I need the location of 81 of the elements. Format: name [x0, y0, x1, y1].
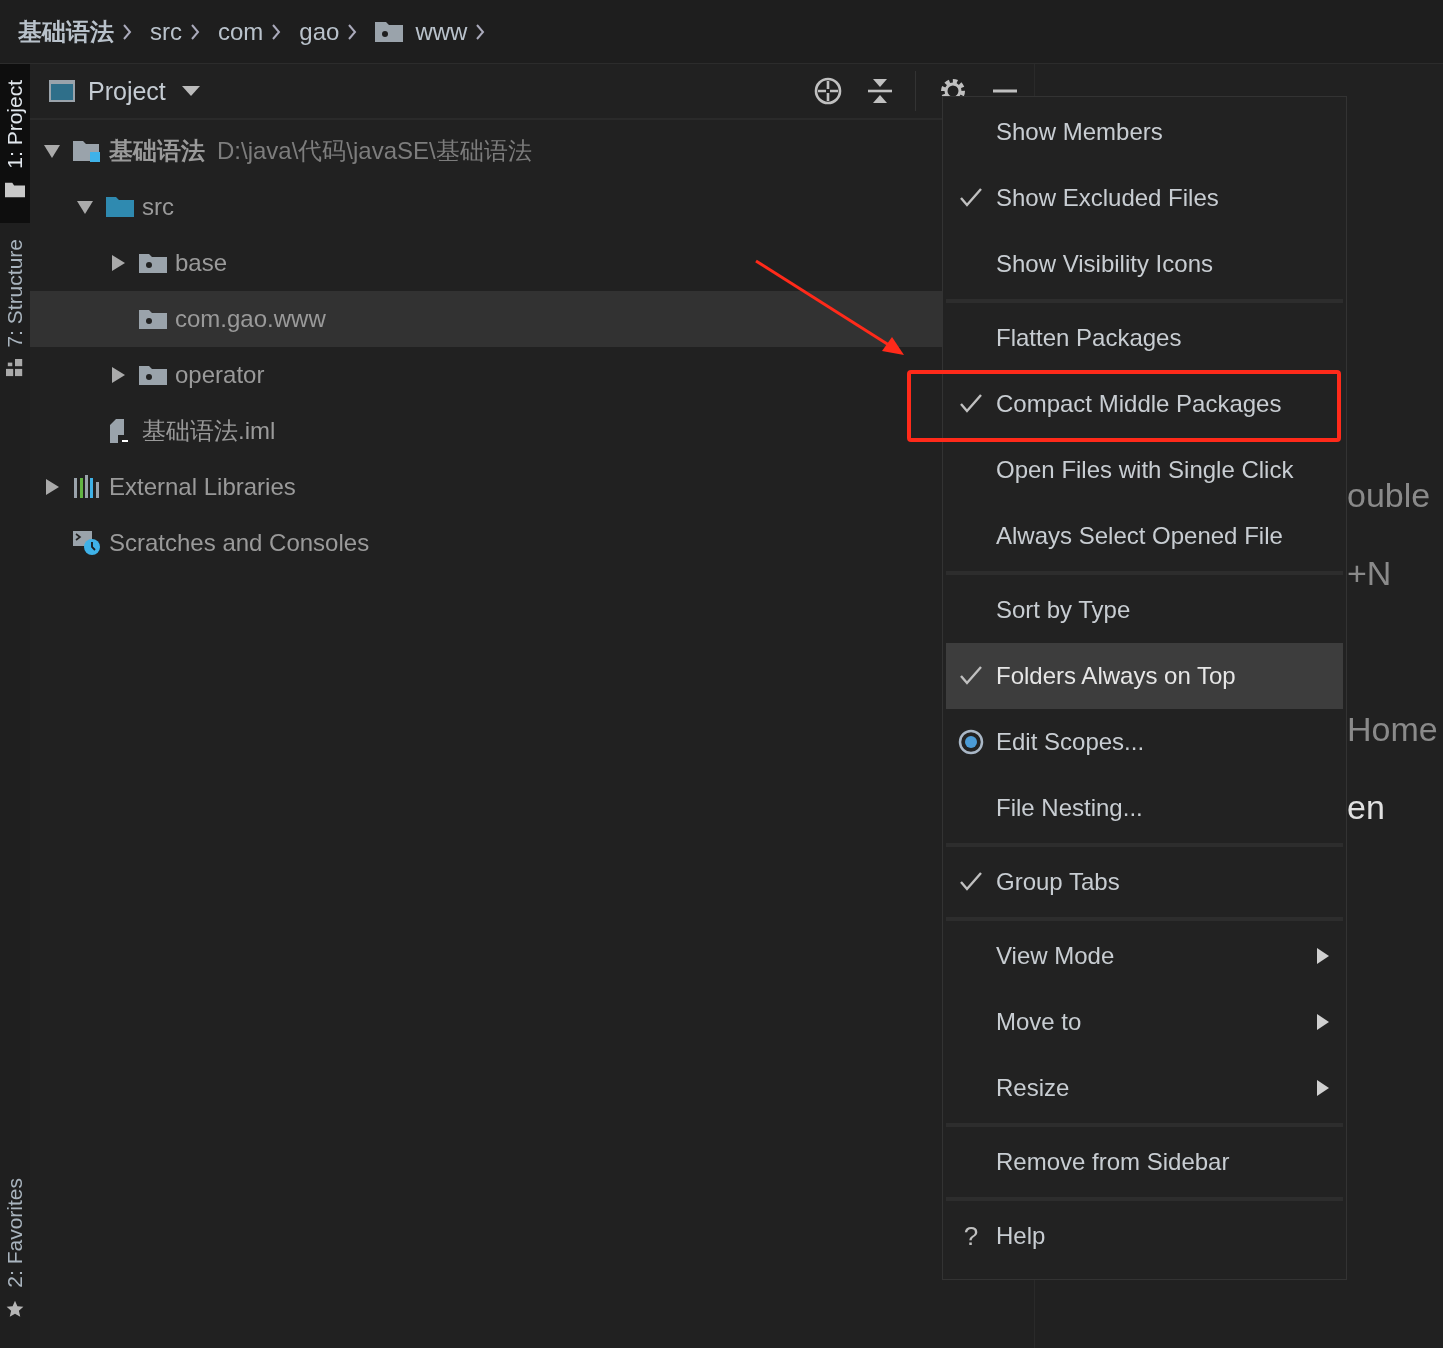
tree-label: Scratches and Consoles: [109, 529, 370, 557]
menu-item[interactable]: File Nesting...: [946, 775, 1343, 841]
submenu-arrow-icon: [1317, 1014, 1329, 1030]
expand-triangle-icon[interactable]: [110, 255, 126, 271]
menu-item[interactable]: Move to: [946, 989, 1343, 1055]
expand-triangle-icon[interactable]: [44, 479, 60, 495]
tree-row[interactable]: base: [30, 235, 942, 291]
package-folder-icon: [139, 307, 167, 331]
view-selector[interactable]: Project: [88, 76, 166, 106]
tree-label: 基础语法.iml: [142, 416, 276, 446]
tree-label: com.gao.www: [175, 305, 326, 333]
menu-item[interactable]: Group Tabs: [946, 849, 1343, 915]
menu-item[interactable]: Edit Scopes...: [946, 709, 1343, 775]
expand-triangle-icon[interactable]: [110, 367, 126, 383]
editor-hint-text: en: [1347, 790, 1385, 824]
tree-row[interactable]: operator: [30, 347, 942, 403]
library-bars-icon: [73, 475, 101, 499]
menu-item[interactable]: Resize: [946, 1055, 1343, 1121]
breadcrumb-item[interactable]: gao: [299, 17, 340, 46]
check-icon: [960, 666, 982, 686]
menu-item[interactable]: Open Files with Single Click: [946, 437, 1343, 503]
chevron-icon: [475, 22, 486, 41]
tree-row[interactable]: Scratches and Consoles: [30, 515, 942, 571]
submenu-arrow-icon: [1317, 948, 1329, 964]
editor-hint-text: +N: [1347, 556, 1392, 590]
menu-item[interactable]: Compact Middle Packages: [946, 371, 1343, 437]
package-folder-icon: [139, 251, 167, 275]
submenu-arrow-icon: [1317, 1080, 1329, 1096]
editor-hint-text: ouble: [1347, 478, 1431, 512]
tool-window-tab[interactable]: 2: Favorites: [0, 1162, 30, 1348]
module-folder-icon: [73, 139, 101, 163]
tool-window-tab[interactable]: 1: Project: [0, 64, 30, 223]
help-icon: ?: [963, 1220, 979, 1252]
tree-row[interactable]: src: [30, 179, 942, 235]
tree-label: External Libraries: [109, 473, 296, 501]
window-icon: [48, 79, 76, 103]
editor-hint-text: Home: [1347, 712, 1438, 746]
scratches-icon: [73, 531, 101, 555]
menu-item[interactable]: Show Excluded Files: [946, 165, 1343, 231]
menu-item[interactable]: Folders Always on Top: [946, 643, 1343, 709]
tree-label: operator: [175, 361, 265, 389]
folder-icon: [5, 180, 25, 199]
chevron-icon: [122, 22, 132, 41]
breadcrumb-item[interactable]: 基础语法: [18, 15, 114, 48]
breadcrumb-item[interactable]: com: [218, 17, 264, 46]
menu-item[interactable]: Show Visibility Icons: [946, 231, 1343, 297]
menu-item[interactable]: Flatten Packages: [946, 305, 1343, 371]
package-folder-icon: [375, 21, 404, 42]
structure-icon: [5, 359, 25, 378]
menu-item[interactable]: View Mode: [946, 923, 1343, 989]
module-path: D:\java\代码\javaSE\基础语法: [217, 136, 532, 166]
menu-item[interactable]: Remove from Sidebar: [946, 1129, 1343, 1195]
breadcrumb-item[interactable]: src: [150, 17, 182, 46]
chevron-icon: [347, 22, 358, 41]
chevron-icon: [190, 22, 200, 41]
tree-label: base: [175, 249, 228, 277]
chevron-icon: [271, 22, 282, 41]
collapse-all-icon[interactable]: [865, 76, 895, 106]
collapse-triangle-icon[interactable]: [44, 143, 60, 159]
tree-row[interactable]: 基础语法 D:\java\代码\javaSE\基础语法: [30, 123, 942, 179]
breadcrumb-item[interactable]: www: [415, 17, 468, 46]
tree-row[interactable]: 基础语法.iml: [30, 403, 942, 459]
menu-item[interactable]: Show Members: [946, 99, 1343, 165]
tree-label: src: [142, 193, 174, 221]
menu-item[interactable]: Sort by Type: [946, 577, 1343, 643]
caret-icon[interactable]: [181, 86, 200, 96]
tree-row[interactable]: External Libraries: [30, 459, 942, 515]
check-icon: [960, 394, 982, 414]
folder-icon: [106, 195, 134, 219]
check-icon: [960, 872, 982, 892]
tool-window-tab[interactable]: 7: Structure: [0, 222, 30, 402]
tree-label: 基础语法: [109, 136, 205, 166]
radio-icon: [958, 729, 984, 755]
collapse-triangle-icon[interactable]: [77, 199, 93, 215]
check-icon: [960, 188, 982, 208]
star-icon: [5, 1300, 25, 1318]
tree-row[interactable]: com.gao.www: [30, 291, 942, 347]
menu-item[interactable]: Always Select Opened File: [946, 503, 1343, 569]
menu-item[interactable]: ? Help: [946, 1203, 1343, 1269]
crosshair-icon[interactable]: [813, 76, 843, 106]
package-folder-icon: [139, 363, 167, 387]
